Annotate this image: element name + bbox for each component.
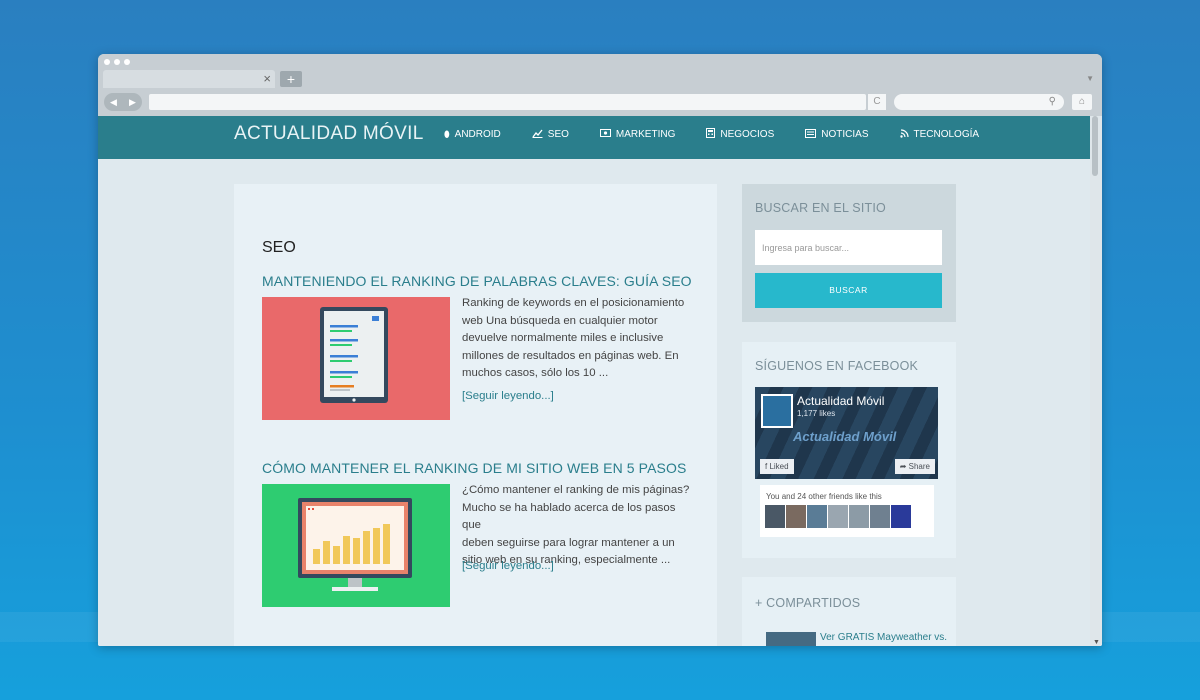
post-excerpt: Ranking de keywords en el posicionamient… <box>462 295 692 383</box>
rss-icon <box>899 128 909 140</box>
money-icon <box>599 129 611 139</box>
share-button[interactable]: ➦ Share <box>894 459 935 474</box>
menu-item-seo[interactable]: SEO <box>532 128 569 140</box>
site-logo[interactable]: ACTUALIDAD MÓVIL <box>234 123 424 145</box>
menu-item-label: NOTICIAS <box>821 128 869 140</box>
history-buttons: ◀ ▶ <box>104 93 142 111</box>
menu-item-label: MARKETING <box>615 128 676 140</box>
menu-item-label: ANDROID <box>454 128 501 140</box>
site-search-input[interactable] <box>755 230 942 265</box>
page-scrollbar[interactable]: ▼ <box>1090 116 1102 646</box>
window-controls[interactable] <box>104 59 130 65</box>
avatar[interactable] <box>849 505 869 528</box>
menu-item-negocios[interactable]: NEGOCIOS <box>706 128 774 140</box>
forward-icon[interactable]: ▶ <box>123 93 142 111</box>
menu-item-android[interactable]: ⬮ ANDROID <box>444 128 501 140</box>
post-item: CÓMO MANTENER EL RANKING DE MI SITIO WEB… <box>262 460 702 607</box>
menu-item-label: TECNOLOGÍA <box>913 128 980 140</box>
excerpt-line: devuelve normalmente miles e inclusive <box>462 332 664 344</box>
main-menu: ⬮ ANDROID SEO MARKETING NEGOCIOS NOTICIAS… <box>444 128 1010 140</box>
posts-column: SEO MANTENIENDO EL RANKING DE PALABRAS C… <box>234 184 717 646</box>
excerpt-line: web Una búsqueda en cualquier motor <box>462 314 658 327</box>
tablet-search-illustration <box>320 307 388 403</box>
facebook-page-name[interactable]: Actualidad Móvil <box>797 394 884 408</box>
newspaper-icon <box>805 128 817 140</box>
shared-thumbnail[interactable] <box>766 632 816 646</box>
avatar[interactable] <box>765 505 785 528</box>
tab-list-icon[interactable]: ▼ <box>1086 74 1094 83</box>
search-button[interactable]: BUSCAR <box>755 273 942 308</box>
avatar[interactable] <box>807 505 827 528</box>
calculator-icon <box>706 128 716 140</box>
new-tab-button[interactable]: + <box>280 71 302 87</box>
scroll-down-icon[interactable]: ▼ <box>1093 639 1100 646</box>
browser-search-input[interactable]: ⚲ <box>894 94 1064 110</box>
excerpt-line: muchos casos, sólo los 10 ... <box>462 367 609 379</box>
facebook-brand-text: Actualidad Móvil <box>793 429 897 444</box>
shared-item-title[interactable]: Ver GRATIS Mayweather vs. <box>820 632 947 643</box>
share-button-label: Share <box>908 462 930 471</box>
monitor-chart-illustration <box>298 498 412 591</box>
browser-window: × + ▼ ◀ ▶ C ⚲ ⌂ ACTUALIDAD MÓVIL ⬮ ANDROI… <box>98 54 1102 646</box>
avatar[interactable] <box>828 505 848 528</box>
home-icon[interactable]: ⌂ <box>1072 94 1092 110</box>
read-more-link[interactable]: [Seguir leyendo...] <box>462 560 554 572</box>
browser-tab[interactable]: × <box>103 70 275 88</box>
shared-widget: + COMPARTIDOS Ver GRATIS Mayweather vs. <box>742 577 956 646</box>
page-logo-icon[interactable] <box>761 394 793 428</box>
shared-widget-title: + COMPARTIDOS <box>755 596 861 610</box>
friends-avatars <box>765 505 911 528</box>
close-tab-icon[interactable]: × <box>263 71 271 87</box>
back-icon[interactable]: ◀ <box>104 93 123 111</box>
friends-like-text: You and 24 other friends like this <box>766 492 882 501</box>
post-excerpt: ¿Cómo mantener el ranking de mis páginas… <box>462 482 692 570</box>
browser-chrome: × + ▼ ◀ ▶ C ⚲ ⌂ <box>98 54 1102 116</box>
search-icon[interactable]: ⚲ <box>1049 94 1056 110</box>
post-title[interactable]: CÓMO MANTENER EL RANKING DE MI SITIO WEB… <box>262 460 702 476</box>
liked-button[interactable]: f Liked <box>760 459 794 474</box>
facebook-likes-count: 1,177 likes <box>797 409 836 418</box>
excerpt-line: millones de resultados en páginas web. E… <box>462 349 679 362</box>
menu-item-marketing[interactable]: MARKETING <box>599 128 676 140</box>
menu-item-label: NEGOCIOS <box>720 128 775 140</box>
post-item: MANTENIENDO EL RANKING DE PALABRAS CLAVE… <box>262 273 702 420</box>
search-widget-title: BUSCAR EN EL SITIO <box>755 201 886 215</box>
reload-icon[interactable]: C <box>868 94 886 110</box>
menu-item-label: SEO <box>547 128 569 140</box>
scrollbar-thumb[interactable] <box>1092 116 1098 176</box>
avatar[interactable] <box>891 505 911 528</box>
post-title[interactable]: MANTENIENDO EL RANKING DE PALABRAS CLAVE… <box>262 273 702 289</box>
site-navbar: ACTUALIDAD MÓVIL ⬮ ANDROID SEO MARKETING … <box>98 116 1090 159</box>
page-viewport: ACTUALIDAD MÓVIL ⬮ ANDROID SEO MARKETING … <box>98 116 1090 646</box>
search-widget: BUSCAR EN EL SITIO BUSCAR <box>742 184 956 322</box>
facebook-widget-title: SÍGUENOS EN FACEBOOK <box>755 359 919 373</box>
excerpt-line: deben seguirse para lograr mantener a un <box>462 536 675 549</box>
section-title: SEO <box>262 239 296 256</box>
android-icon: ⬮ <box>444 128 450 139</box>
avatar[interactable] <box>786 505 806 528</box>
post-thumbnail[interactable] <box>262 297 450 420</box>
liked-button-label: Liked <box>769 462 789 471</box>
menu-item-tecnologia[interactable]: TECNOLOGÍA <box>899 128 980 140</box>
excerpt-line: Mucho se ha hablado acerca de los pasos … <box>462 501 676 532</box>
menu-item-noticias[interactable]: NOTICIAS <box>805 128 869 140</box>
facebook-friends-box: You and 24 other friends like this <box>760 485 934 537</box>
excerpt-line: Ranking de keywords en el posicionamient… <box>462 297 685 309</box>
facebook-widget: SÍGUENOS EN FACEBOOK Actualidad Móvil 1,… <box>742 342 956 558</box>
share-icon: ➦ <box>899 462 909 471</box>
post-thumbnail[interactable] <box>262 484 450 607</box>
address-bar[interactable] <box>149 94 866 110</box>
chart-icon <box>532 129 543 140</box>
facebook-page-plugin[interactable]: Actualidad Móvil 1,177 likes Actualidad … <box>755 387 938 479</box>
excerpt-line: ¿Cómo mantener el ranking de mis páginas… <box>462 484 690 496</box>
read-more-link[interactable]: [Seguir leyendo...] <box>462 390 554 402</box>
avatar[interactable] <box>870 505 890 528</box>
